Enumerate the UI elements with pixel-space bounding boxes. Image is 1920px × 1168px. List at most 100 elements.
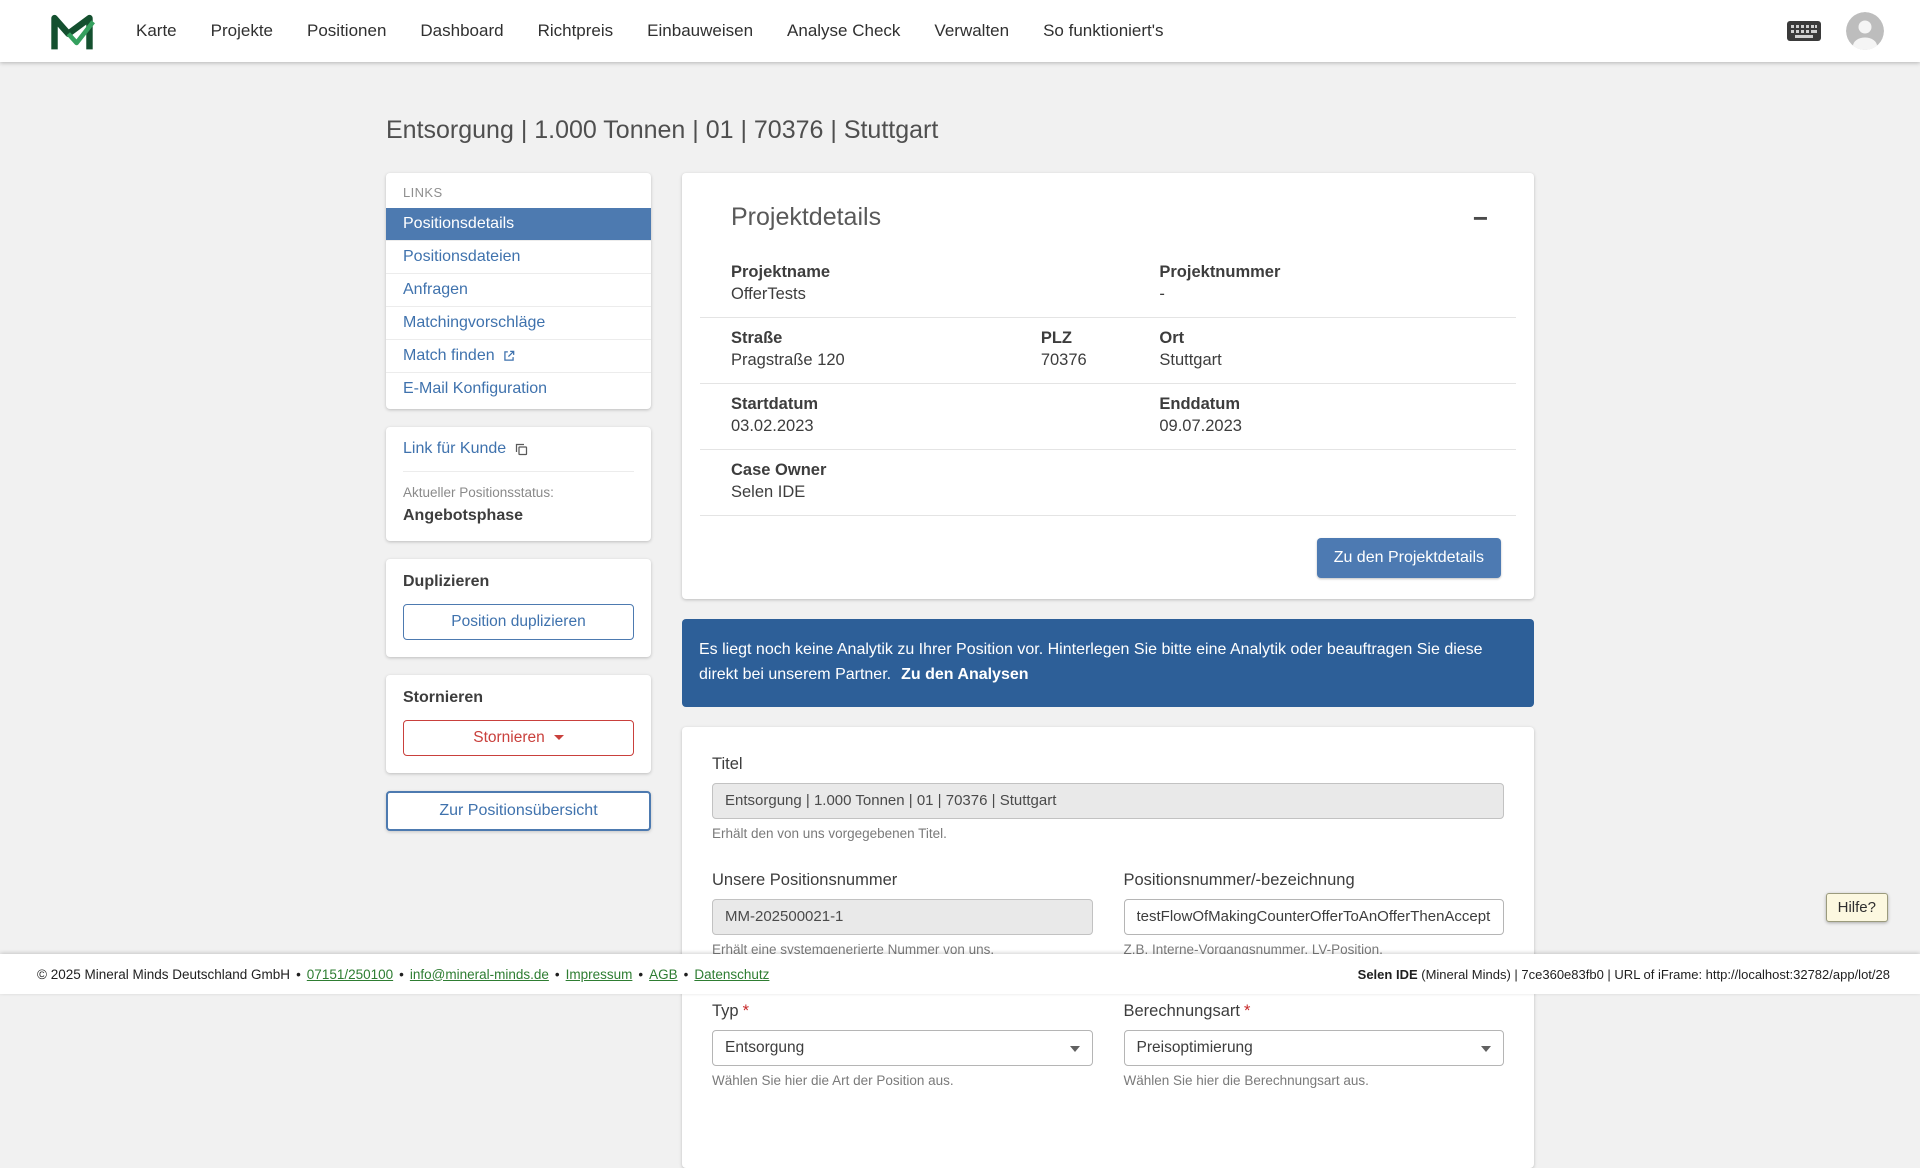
nav-item-analyse-check[interactable]: Analyse Check <box>787 21 900 41</box>
project-row: Case Owner Selen IDE <box>700 450 1516 516</box>
main-nav: Karte Projekte Positionen Dashboard Rich… <box>136 21 1164 41</box>
nav-item-dashboard[interactable]: Dashboard <box>420 21 503 41</box>
sidebar-item-positionsdetails[interactable]: Positionsdetails <box>386 208 651 240</box>
project-details-grid: Projektname OfferTests Projektnummer - S… <box>700 252 1516 516</box>
nav-item-karte[interactable]: Karte <box>136 21 177 41</box>
project-details-heading: Projektdetails <box>731 203 882 231</box>
enddatum-value: 09.07.2023 <box>1159 417 1242 435</box>
cancel-card: Stornieren Stornieren <box>386 675 651 773</box>
nav-item-richtpreis[interactable]: Richtpreis <box>538 21 614 41</box>
caret-down-icon <box>553 735 564 741</box>
phone-link[interactable]: 07151/250100 <box>307 967 393 982</box>
cancel-heading: Stornieren <box>403 689 484 706</box>
agb-link[interactable]: AGB <box>649 967 678 982</box>
ort-value: Stuttgart <box>1159 351 1222 369</box>
datenschutz-link[interactable]: Datenschutz <box>694 967 769 982</box>
project-details-button[interactable]: Zu den Projektdetails <box>1316 538 1501 578</box>
customer-link[interactable]: Link für Kunde <box>403 440 634 472</box>
nav-item-verwalten[interactable]: Verwalten <box>934 21 1009 41</box>
typ-label-text: Typ <box>712 1001 739 1020</box>
status-card: Link für Kunde Aktueller Positionsstatus… <box>386 427 651 541</box>
sidebar: LINKS Positionsdetails Positionsdateien … <box>386 173 651 831</box>
chevron-down-icon <box>1069 1045 1080 1052</box>
case-owner-label: Case Owner <box>731 461 827 479</box>
projektname-label: Projektname <box>731 263 831 281</box>
berechnungsart-select[interactable]: Preisoptimierung <box>1123 1029 1504 1066</box>
nav-item-so-funktionierts[interactable]: So funktioniert's <box>1043 21 1163 41</box>
sidebar-item-label: Positionsdateien <box>403 248 521 265</box>
collapse-button[interactable]: − <box>1473 205 1488 231</box>
position-form-card: Titel Erhält den von uns vorgegebenen Ti… <box>682 726 1534 1168</box>
berechnungsart-group: Berechnungsart * Preisoptimierung Wählen … <box>1123 1002 1505 1088</box>
ort-label: Ort <box>1159 329 1185 347</box>
sidebar-item-email-konfiguration[interactable]: E-Mail Konfiguration <box>386 372 651 405</box>
user-avatar-icon[interactable] <box>1846 12 1884 50</box>
sidebar-item-positionsdateien[interactable]: Positionsdateien <box>386 240 651 273</box>
analytics-info-banner: Es liegt noch keine Analytik zu Ihrer Po… <box>682 619 1534 707</box>
berechnungsart-label: Berechnungsart * <box>1124 1002 1505 1021</box>
titel-label: Titel <box>712 754 743 773</box>
sidebar-item-label: Positionsdetails <box>403 215 515 232</box>
session-user: Selen IDE <box>1357 966 1418 982</box>
sidebar-item-label: Anfragen <box>403 281 468 298</box>
chevron-down-icon <box>1481 1045 1491 1052</box>
main-content: Projektdetails − Projektname OfferTests … <box>682 173 1534 1168</box>
sidebar-item-label: Matchingvorschläge <box>403 314 546 331</box>
session-details: (Mineral Minds) | 7ce360e83fb0 | URL of … <box>1417 966 1890 982</box>
sidebar-links-card: LINKS Positionsdetails Positionsdateien … <box>386 173 651 409</box>
plz-label: PLZ <box>1040 329 1072 347</box>
cancel-position-button[interactable]: Stornieren <box>403 720 634 756</box>
help-button[interactable]: Hilfe? <box>1825 893 1888 922</box>
startdatum-label: Startdatum <box>731 395 819 413</box>
footer-left: © 2025 Mineral Minds Deutschland GmbH • … <box>37 967 769 982</box>
top-navbar: Karte Projekte Positionen Dashboard Rich… <box>0 0 1920 62</box>
titel-input <box>712 782 1504 819</box>
status-label: Aktueller Positionsstatus: <box>403 485 554 500</box>
sidebar-item-match-finden[interactable]: Match finden <box>386 339 651 372</box>
berechnungsart-helper: Wählen Sie hier die Berechnungsart aus. <box>1123 1072 1369 1088</box>
analyses-link[interactable]: Zu den Analysen <box>901 666 1028 683</box>
page-footer: © 2025 Mineral Minds Deutschland GmbH • … <box>0 954 1920 994</box>
nav-item-einbauweisen[interactable]: Einbauweisen <box>647 21 753 41</box>
project-details-card: Projektdetails − Projektname OfferTests … <box>682 173 1534 599</box>
sidebar-item-anfragen[interactable]: Anfragen <box>386 273 651 306</box>
case-owner-value: Selen IDE <box>731 483 806 501</box>
banner-text: Es liegt noch keine Analytik zu Ihrer Po… <box>699 641 1483 683</box>
keyboard-icon[interactable] <box>1786 20 1822 42</box>
duplicate-heading: Duplizieren <box>403 573 490 590</box>
email-link[interactable]: info@mineral-minds.de <box>410 967 549 982</box>
footer-separator: • <box>554 966 560 982</box>
nav-item-projekte[interactable]: Projekte <box>211 21 273 41</box>
position-overview-button[interactable]: Zur Positionsübersicht <box>386 791 651 831</box>
external-link-icon <box>503 350 514 361</box>
copy-icon <box>516 443 528 455</box>
project-row: Straße Pragstraße 120 PLZ 70376 Ort Stut… <box>700 318 1516 384</box>
impressum-link[interactable]: Impressum <box>566 967 633 982</box>
strasse-value: Pragstraße 120 <box>731 351 845 369</box>
logo-icon <box>51 14 95 50</box>
status-value: Angebotsphase <box>403 507 524 524</box>
copyright-text: © 2025 Mineral Minds Deutschland GmbH <box>37 966 291 982</box>
nav-item-positionen[interactable]: Positionen <box>307 21 386 41</box>
strasse-label: Straße <box>731 329 783 347</box>
page-body: Entsorgung | 1.000 Tonnen | 01 | 70376 |… <box>386 62 1534 1168</box>
footer-session-info: Selen IDE (Mineral Minds) | 7ce360e83fb0… <box>1358 967 1890 982</box>
bezeichnung-input[interactable] <box>1123 898 1504 935</box>
footer-separator: • <box>683 966 689 982</box>
berechnungsart-select-value: Preisoptimierung <box>1136 1038 1253 1056</box>
mineral-minds-logo[interactable] <box>49 9 95 53</box>
page-title: Entsorgung | 1.000 Tonnen | 01 | 70376 |… <box>386 116 939 144</box>
typ-select[interactable]: Entsorgung <box>712 1029 1093 1066</box>
positionsnummer-input <box>712 898 1093 935</box>
positionsnummer-label: Unsere Positionsnummer <box>712 870 898 889</box>
navbar-right <box>1786 12 1884 50</box>
typ-select-value: Entsorgung <box>725 1038 805 1056</box>
footer-separator: • <box>399 966 404 982</box>
bezeichnung-label: Positionsnummer/-bezeichnung <box>1123 870 1355 889</box>
typ-helper: Wählen Sie hier die Art der Position aus… <box>712 1072 954 1088</box>
projektname-value: OfferTests <box>731 285 806 303</box>
typ-group: Typ * Entsorgung Wählen Sie hier die Art … <box>712 1002 1093 1088</box>
berechnungsart-label-text: Berechnungsart <box>1123 1001 1241 1020</box>
duplicate-position-button[interactable]: Position duplizieren <box>403 604 634 640</box>
sidebar-item-matchingvorschlaege[interactable]: Matchingvorschläge <box>386 306 651 339</box>
